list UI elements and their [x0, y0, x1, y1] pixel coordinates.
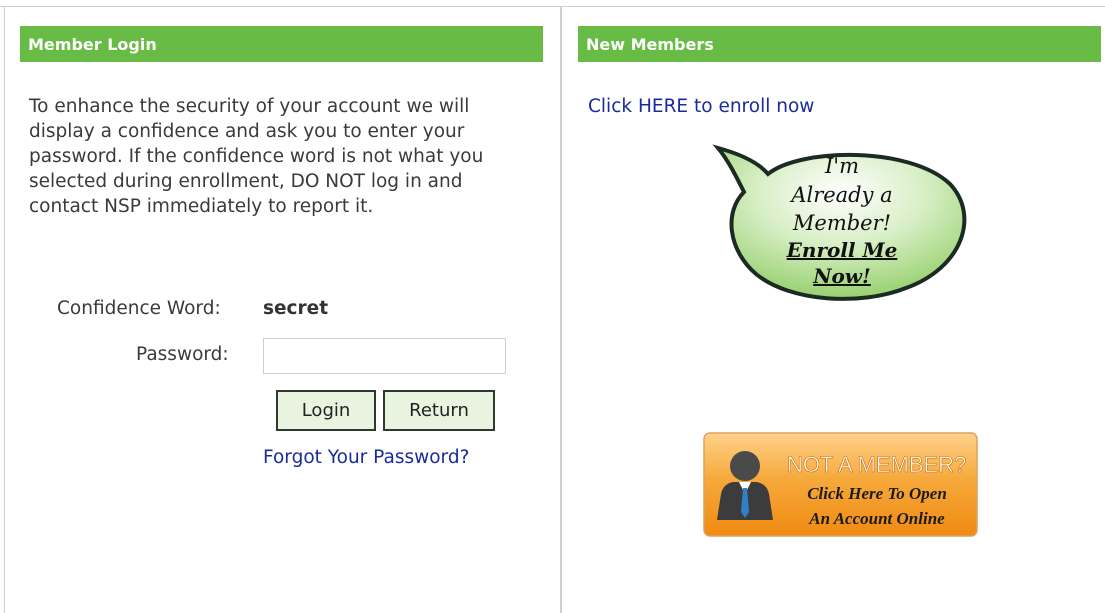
frame-top-border [0, 6, 1105, 7]
not-a-member-banner[interactable]: NOT A MEMBER? Click Here To Open An Acco… [703, 432, 978, 537]
forgot-password-link[interactable]: Forgot Your Password? [263, 447, 469, 468]
bubble-line-4: Enroll Me [786, 238, 898, 262]
panel-divider [560, 6, 562, 613]
login-button[interactable]: Login [276, 390, 376, 431]
bubble-line-1: I'm [824, 154, 859, 178]
bubble-line-5: Now! [812, 264, 871, 288]
password-label: Password: [136, 344, 229, 365]
confidence-word-value: secret [263, 298, 329, 319]
confidence-word-label: Confidence Word: [57, 298, 221, 319]
member-login-header: Member Login [20, 26, 543, 62]
new-members-header: New Members [578, 26, 1101, 62]
banner-line-2: An Account Online [808, 509, 945, 528]
return-button[interactable]: Return [383, 390, 495, 431]
banner-line-1: Click Here To Open [807, 484, 947, 503]
security-intro-text: To enhance the security of your account … [29, 96, 484, 217]
enroll-now-link[interactable]: Click HERE to enroll now [588, 96, 814, 117]
bubble-line-3: Member! [792, 211, 891, 235]
frame-left-border [4, 6, 5, 613]
bubble-line-2: Already a [789, 183, 892, 207]
password-input[interactable] [263, 338, 506, 374]
enroll-me-now-bubble[interactable]: I'm Already a Member! Enroll Me Now! [710, 140, 975, 310]
banner-title: NOT A MEMBER? [787, 452, 966, 477]
